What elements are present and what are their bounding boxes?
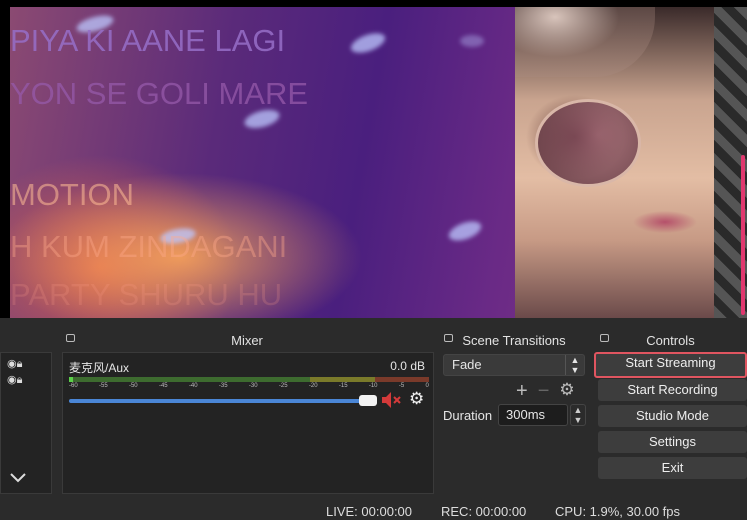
float-icon[interactable] bbox=[66, 334, 75, 342]
tick-label: -55 bbox=[98, 383, 108, 389]
woman-photo bbox=[515, 7, 714, 318]
sources-dock: ◉🔒︎ ◉🔒︎ bbox=[0, 328, 52, 494]
eye-icon[interactable]: ◉ bbox=[7, 358, 17, 370]
live-timer: LIVE: 00:00:00 bbox=[326, 504, 413, 519]
tick-label: -45 bbox=[158, 383, 168, 389]
gear-icon[interactable]: ⚙ bbox=[559, 380, 574, 403]
channel-level: 0.0 dB bbox=[390, 359, 425, 373]
tick-label: -10 bbox=[368, 383, 378, 389]
mixer-panel: 麦克风/Aux 0.0 dB -60 -55 -50 -45 -40 -35 -… bbox=[62, 352, 434, 494]
duration-input[interactable]: 300ms bbox=[498, 404, 568, 426]
add-icon[interactable]: + bbox=[516, 380, 528, 403]
lyric-line-1: PIYA KI AANE LAGI bbox=[10, 23, 286, 58]
volume-slider[interactable] bbox=[69, 399, 369, 403]
chevron-updown-icon: ▲ ▼ bbox=[565, 355, 584, 375]
duration-stepper[interactable]: ▲ ▼ bbox=[570, 404, 586, 426]
lyric-line-3: MOTION bbox=[10, 177, 134, 212]
mute-icon[interactable] bbox=[381, 391, 403, 409]
transitions-title-label: Scene Transitions bbox=[462, 332, 566, 348]
transition-select[interactable]: Fade ▲ ▼ bbox=[443, 354, 585, 376]
controls-title: Controls bbox=[594, 328, 747, 352]
tick-label: -5 bbox=[398, 383, 405, 389]
settings-button[interactable]: Settings bbox=[598, 431, 747, 453]
chevron-down-icon[interactable] bbox=[10, 470, 26, 486]
meter-ticks: -60 -55 -50 -45 -40 -35 -30 -25 -20 -15 … bbox=[69, 383, 429, 389]
float-icon[interactable] bbox=[600, 334, 609, 342]
lock-icon[interactable]: 🔒︎ bbox=[17, 358, 23, 370]
exit-button[interactable]: Exit bbox=[598, 457, 747, 479]
transition-selected: Fade bbox=[452, 357, 482, 372]
scrollbar-accent[interactable] bbox=[741, 155, 745, 315]
mixer-title: Mixer bbox=[60, 328, 434, 352]
tick-label: -40 bbox=[188, 383, 198, 389]
float-icon[interactable] bbox=[444, 334, 453, 342]
tick-label: -30 bbox=[248, 383, 258, 389]
tick-label: 0 bbox=[425, 383, 429, 389]
status-bar: LIVE: 00:00:00 REC: 00:00:00 CPU: 1.9%, … bbox=[0, 500, 747, 520]
start-recording-button[interactable]: Start Recording bbox=[598, 379, 747, 401]
tick-label: -25 bbox=[278, 383, 288, 389]
tick-label: -15 bbox=[338, 383, 348, 389]
mixer-title-label: Mixer bbox=[231, 332, 263, 348]
remove-icon[interactable]: − bbox=[538, 380, 550, 403]
tick-label: -35 bbox=[218, 383, 228, 389]
tick-label: -60 bbox=[69, 383, 78, 389]
source-row-2[interactable]: ◉🔒︎ bbox=[7, 373, 22, 387]
sources-list[interactable]: ◉🔒︎ ◉🔒︎ bbox=[0, 352, 52, 494]
duration-label: Duration bbox=[443, 408, 493, 423]
audio-meter bbox=[69, 377, 429, 382]
lyric-line-2: YON SE GOLI MARE bbox=[10, 76, 309, 111]
video-frame: PIYA KI AANE LAGI YON SE GOLI MARE MOTIO… bbox=[10, 7, 714, 318]
program-preview: PIYA KI AANE LAGI YON SE GOLI MARE MOTIO… bbox=[0, 0, 747, 318]
studio-mode-button[interactable]: Studio Mode bbox=[598, 405, 747, 427]
transitions-title: Scene Transitions bbox=[438, 328, 590, 352]
gear-icon[interactable]: ⚙ bbox=[409, 389, 424, 409]
controls-title-label: Controls bbox=[646, 332, 695, 348]
start-streaming-button[interactable]: Start Streaming bbox=[594, 352, 747, 378]
channel-name: 麦克风/Aux bbox=[69, 361, 130, 375]
rec-timer: REC: 00:00:00 bbox=[441, 504, 527, 519]
tick-label: -50 bbox=[128, 383, 138, 389]
lock-icon[interactable]: 🔒︎ bbox=[17, 374, 23, 386]
volume-slider-handle[interactable] bbox=[359, 395, 377, 406]
controls-dock: Controls Start Streaming Start Recording… bbox=[594, 328, 747, 494]
cpu-fps: CPU: 1.9%, 30.00 fps bbox=[555, 504, 681, 519]
source-row-1[interactable]: ◉🔒︎ bbox=[7, 357, 22, 371]
mixer-dock: Mixer 麦克风/Aux 0.0 dB -60 -55 -50 -45 -40… bbox=[60, 328, 434, 494]
scene-transitions-dock: Scene Transitions Fade ▲ ▼ + − ⚙ Duration… bbox=[438, 328, 590, 494]
eye-icon[interactable]: ◉ bbox=[7, 374, 17, 386]
tick-label: -20 bbox=[308, 383, 318, 389]
lyric-line-4: H KUM ZINDAGANI bbox=[10, 229, 288, 264]
lyric-line-5: PARTY SHURU HU bbox=[10, 277, 283, 312]
